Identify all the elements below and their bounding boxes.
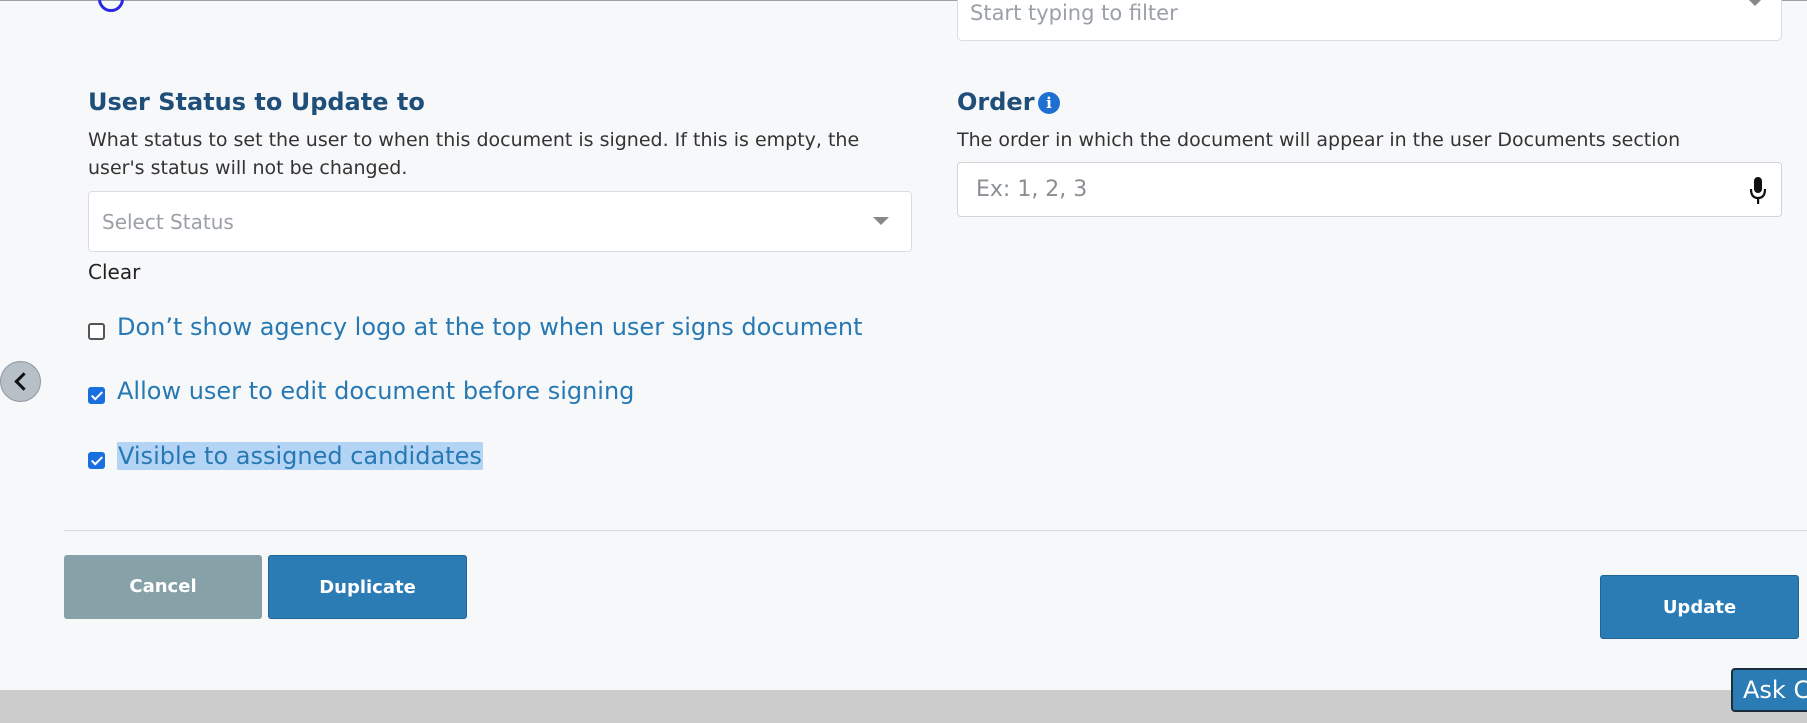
order-title: Order bbox=[957, 88, 1035, 116]
user-status-title: User Status to Update to bbox=[88, 88, 425, 116]
dropdown-caret-icon bbox=[1747, 0, 1763, 6]
duplicate-button[interactable]: Duplicate bbox=[268, 555, 467, 619]
hide-logo-label[interactable]: Don’t show agency logo at the top when u… bbox=[117, 313, 863, 341]
allow-edit-label[interactable]: Allow user to edit document before signi… bbox=[117, 377, 634, 405]
radio-icon-partial[interactable] bbox=[98, 0, 124, 12]
chevron-left-icon[interactable] bbox=[0, 361, 41, 402]
status-select-placeholder: Select Status bbox=[102, 210, 234, 234]
hide-logo-checkbox[interactable] bbox=[88, 323, 105, 340]
status-select[interactable]: Select Status bbox=[88, 191, 912, 252]
order-description: The order in which the document will app… bbox=[957, 129, 1681, 151]
bottom-bar bbox=[0, 690, 1807, 723]
info-icon[interactable]: i bbox=[1038, 92, 1060, 114]
filter-select[interactable]: Start typing to filter bbox=[957, 0, 1782, 41]
cancel-button[interactable]: Cancel bbox=[64, 555, 262, 619]
visible-candidates-checkbox[interactable] bbox=[88, 452, 105, 469]
allow-edit-checkbox[interactable] bbox=[88, 387, 105, 404]
microphone-icon[interactable] bbox=[1749, 176, 1767, 206]
order-input-placeholder: Ex: 1, 2, 3 bbox=[976, 177, 1088, 202]
update-button[interactable]: Update bbox=[1600, 575, 1799, 639]
clear-status-link[interactable]: Clear bbox=[88, 260, 140, 284]
filter-placeholder: Start typing to filter bbox=[970, 1, 1178, 25]
ask-chat-button[interactable]: Ask Ch bbox=[1731, 668, 1807, 712]
user-status-description: What status to set the user to when this… bbox=[88, 129, 860, 179]
dropdown-caret-icon bbox=[873, 217, 889, 225]
visible-candidates-label[interactable]: Visible to assigned candidates bbox=[117, 442, 483, 470]
order-input[interactable]: Ex: 1, 2, 3 bbox=[957, 162, 1782, 217]
footer-divider bbox=[64, 530, 1807, 531]
